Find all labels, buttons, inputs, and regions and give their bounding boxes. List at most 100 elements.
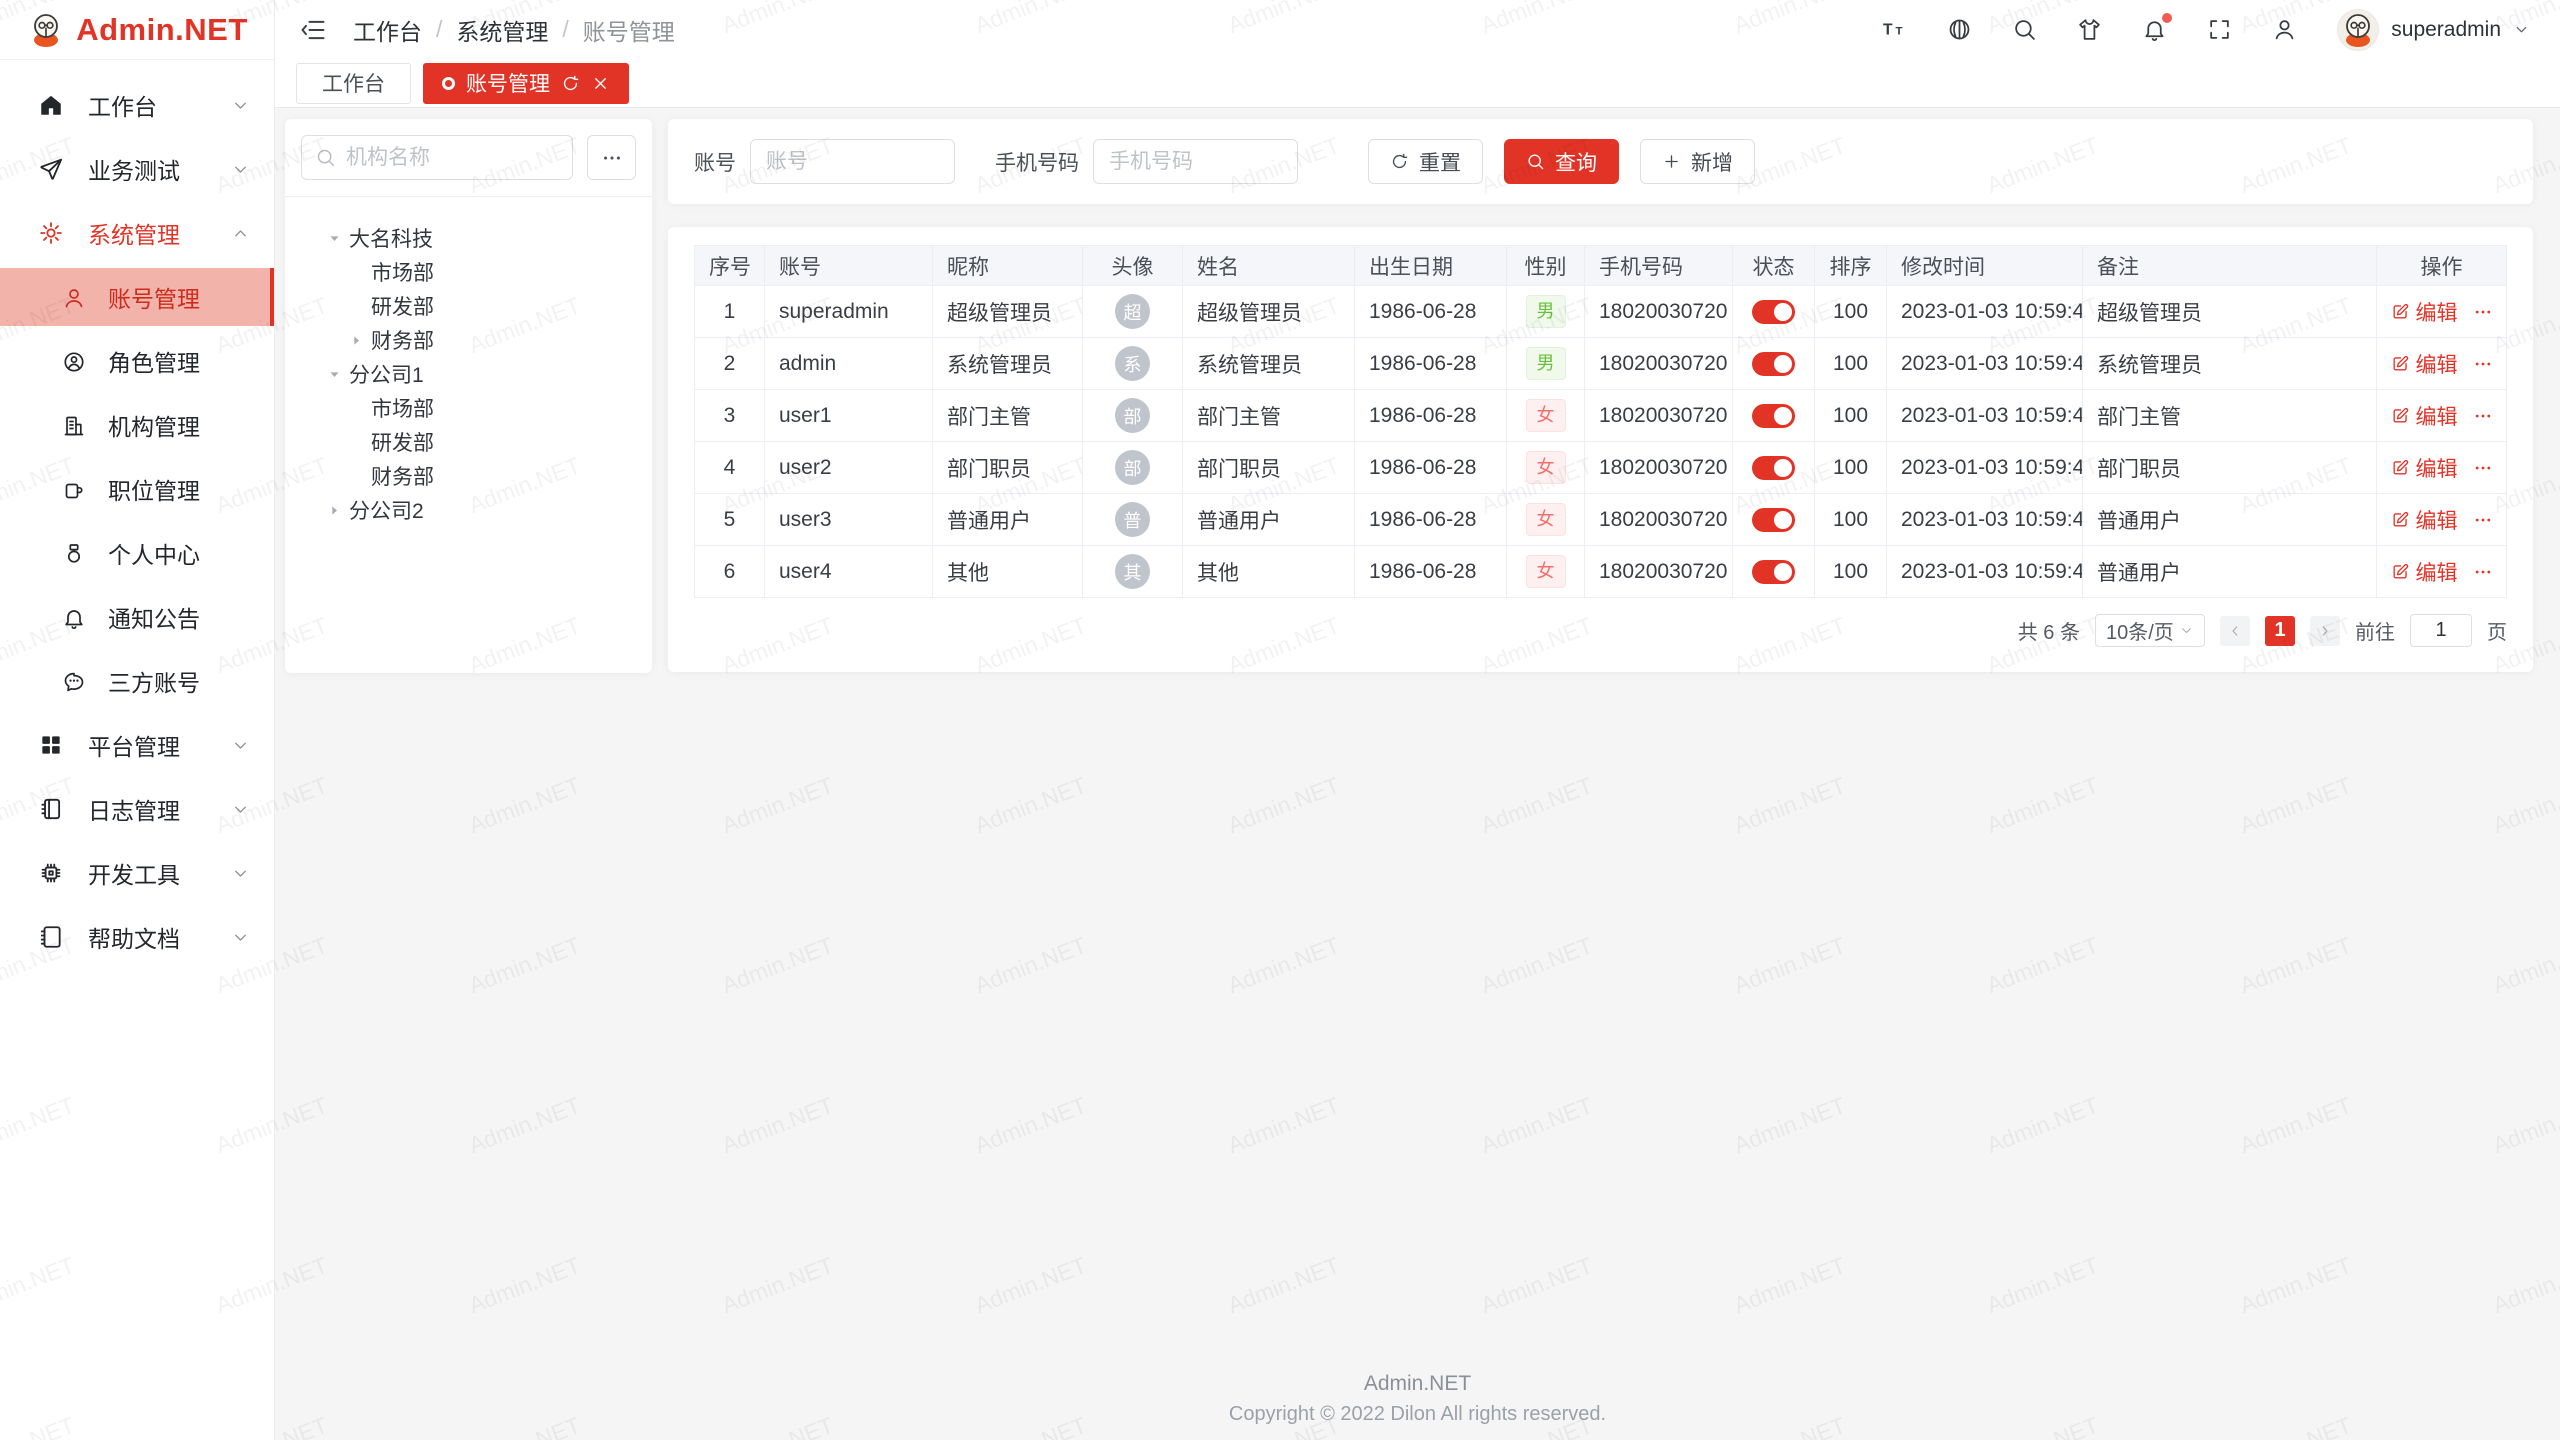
fullscreen-icon[interactable] (2207, 17, 2232, 42)
sidebar-item-三方账号[interactable]: 三方账号 (0, 652, 274, 710)
search-icon[interactable] (2012, 17, 2037, 42)
theme-shirt-icon[interactable] (2077, 17, 2102, 42)
chevron-down-icon (231, 800, 250, 819)
breadcrumb-item[interactable]: 工作台 (353, 13, 422, 47)
right-column: 账号 手机号码 重置 查询 新增 序号账号昵称头像姓名出生日期性别手机号码状态排… (668, 119, 2533, 672)
edit-button[interactable]: 编辑 (2391, 297, 2458, 327)
more-options-button[interactable] (587, 135, 636, 180)
person-icon[interactable] (2272, 17, 2297, 42)
cell-index: 5 (695, 494, 765, 546)
status-toggle[interactable] (1752, 456, 1795, 480)
sidebar-item-通知公告[interactable]: 通知公告 (0, 588, 274, 646)
sidebar-item-职位管理[interactable]: 职位管理 (0, 460, 274, 518)
tree-node-大名科技[interactable]: 大名科技 (293, 221, 644, 255)
caret-right-icon[interactable] (349, 333, 371, 348)
page-size-select[interactable]: 10条/页 (2095, 614, 2205, 647)
app-root: Admin.NET 工作台业务测试系统管理账号管理角色管理机构管理职位管理个人中… (0, 0, 2560, 1440)
tree-node-label: 分公司2 (349, 495, 424, 525)
cell-nickname: 普通用户 (933, 494, 1083, 546)
sidebar-item-label: 系统管理 (88, 216, 180, 250)
edit-button[interactable]: 编辑 (2391, 557, 2458, 587)
cell-phone: 18020030720 (1585, 442, 1733, 494)
chip-icon (38, 860, 64, 886)
tab-工作台[interactable]: 工作台 (296, 63, 411, 104)
edit-label: 编辑 (2416, 401, 2458, 431)
user-menu[interactable]: superadmin (2337, 9, 2530, 51)
query-button[interactable]: 查询 (1504, 139, 1619, 184)
edit-button[interactable]: 编辑 (2391, 401, 2458, 431)
tree-node-市场部[interactable]: 市场部 (293, 255, 644, 289)
cell-nickname: 系统管理员 (933, 338, 1083, 390)
tree-node-财务部[interactable]: 财务部 (293, 323, 644, 357)
more-actions-button[interactable] (2473, 302, 2493, 322)
sidebar-item-帮助文档[interactable]: 帮助文档 (0, 908, 274, 966)
cell-birth: 1986-06-28 (1355, 338, 1507, 390)
sidebar-fold-icon[interactable] (299, 16, 327, 44)
more-actions-button[interactable] (2473, 406, 2493, 426)
status-toggle[interactable] (1752, 300, 1795, 324)
tree-node-研发部[interactable]: 研发部 (293, 289, 644, 323)
column-header-头像: 头像 (1083, 246, 1183, 286)
tree-node-财务部[interactable]: 财务部 (293, 459, 644, 493)
more-actions-button[interactable] (2473, 354, 2493, 374)
edit-icon (2391, 458, 2410, 477)
tab-close-icon[interactable] (591, 74, 610, 93)
sidebar-item-平台管理[interactable]: 平台管理 (0, 716, 274, 774)
status-toggle[interactable] (1752, 404, 1795, 428)
more-actions-button[interactable] (2473, 458, 2493, 478)
sidebar-item-开发工具[interactable]: 开发工具 (0, 844, 274, 902)
next-page-button[interactable] (2310, 616, 2340, 646)
status-toggle[interactable] (1752, 352, 1795, 376)
caret-right-icon[interactable] (327, 503, 349, 518)
send-icon (38, 156, 64, 182)
goto-page-input[interactable] (2410, 614, 2472, 647)
sidebar-item-账号管理[interactable]: 账号管理 (0, 268, 274, 326)
sidebar-item-业务测试[interactable]: 业务测试 (0, 140, 274, 198)
sidebar-item-label: 业务测试 (88, 152, 180, 186)
org-search-input[interactable] (346, 146, 559, 170)
tree-node-分公司1[interactable]: 分公司1 (293, 357, 644, 391)
sidebar-item-角色管理[interactable]: 角色管理 (0, 332, 274, 390)
edit-button[interactable]: 编辑 (2391, 349, 2458, 379)
tree-node-分公司2[interactable]: 分公司2 (293, 493, 644, 527)
tab-refresh-icon[interactable] (561, 74, 580, 93)
gender-tag: 女 (1526, 503, 1566, 536)
reset-button[interactable]: 重置 (1368, 139, 1483, 184)
caret-down-icon[interactable] (327, 367, 349, 382)
edit-label: 编辑 (2416, 453, 2458, 483)
brand-logo[interactable]: Admin.NET (0, 0, 274, 60)
fontsize-icon[interactable]: TT (1882, 17, 1907, 42)
cell-phone: 18020030720 (1585, 390, 1733, 442)
more-actions-button[interactable] (2473, 562, 2493, 582)
gender-tag: 女 (1526, 451, 1566, 484)
sidebar-item-工作台[interactable]: 工作台 (0, 76, 274, 134)
org-tree-panel: 大名科技市场部研发部财务部分公司1市场部研发部财务部分公司2 (285, 119, 652, 673)
phone-input[interactable] (1093, 139, 1298, 184)
mug-icon (62, 477, 86, 501)
cell-avatar: 超 (1083, 286, 1183, 338)
accounts-table-panel: 序号账号昵称头像姓名出生日期性别手机号码状态排序修改时间备注操作 1supera… (668, 227, 2533, 672)
notification-bell-icon[interactable] (2142, 17, 2167, 42)
status-toggle[interactable] (1752, 560, 1795, 584)
brand-name: Admin.NET (76, 12, 248, 48)
tree-node-研发部[interactable]: 研发部 (293, 425, 644, 459)
sidebar-item-个人中心[interactable]: 个人中心 (0, 524, 274, 582)
breadcrumb-item[interactable]: 系统管理 (456, 13, 548, 47)
chevron-down-icon (2179, 623, 2194, 638)
add-button[interactable]: 新增 (1640, 139, 1755, 184)
tree-node-市场部[interactable]: 市场部 (293, 391, 644, 425)
sidebar: Admin.NET 工作台业务测试系统管理账号管理角色管理机构管理职位管理个人中… (0, 0, 275, 1440)
prev-page-button[interactable] (2220, 616, 2250, 646)
status-toggle[interactable] (1752, 508, 1795, 532)
edit-button[interactable]: 编辑 (2391, 505, 2458, 535)
current-page[interactable]: 1 (2265, 616, 2295, 646)
sidebar-item-系统管理[interactable]: 系统管理 (0, 204, 274, 262)
account-input[interactable] (750, 139, 955, 184)
edit-button[interactable]: 编辑 (2391, 453, 2458, 483)
sidebar-item-机构管理[interactable]: 机构管理 (0, 396, 274, 454)
language-icon[interactable] (1947, 17, 1972, 42)
tab-账号管理[interactable]: 账号管理 (423, 63, 629, 104)
sidebar-item-日志管理[interactable]: 日志管理 (0, 780, 274, 838)
caret-down-icon[interactable] (327, 231, 349, 246)
more-actions-button[interactable] (2473, 510, 2493, 530)
